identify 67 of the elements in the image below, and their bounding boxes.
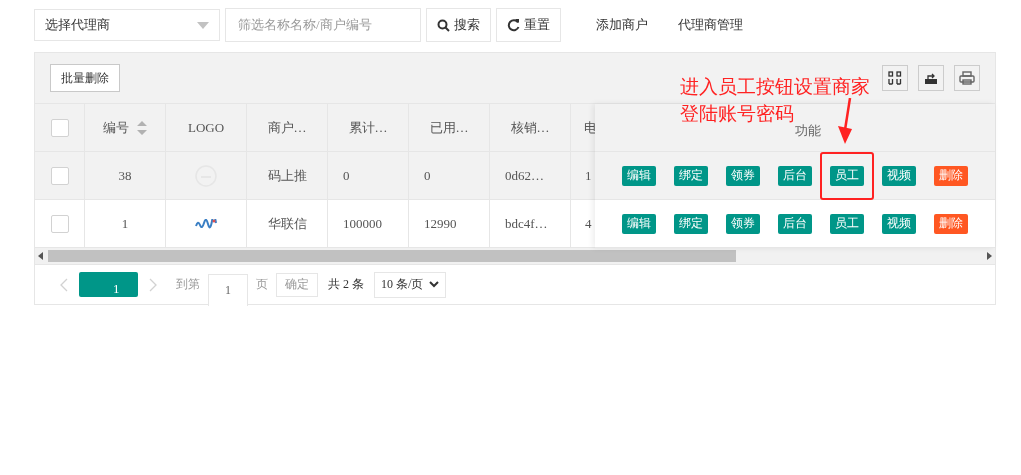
horizontal-scrollbar[interactable] [35,248,995,265]
print-icon[interactable] [954,65,980,91]
search-button[interactable]: 搜索 [426,8,491,42]
table-cell: 0d62… [505,167,544,184]
table-cell: 38 [118,167,132,184]
column-header: 电 [584,118,596,137]
table-cell: 1 [585,167,592,184]
scroll-left-icon[interactable] [38,252,44,260]
table-cell: 1 [121,215,129,232]
columns-icon[interactable] [882,65,908,91]
select-all-checkbox[interactable] [50,118,69,137]
action-button[interactable]: 后台 [778,213,812,234]
action-button[interactable]: 领券 [726,165,760,186]
total-count: 共 2 条 [328,276,364,293]
delete-button[interactable]: 删除 [934,213,968,234]
confirm-button[interactable]: 确定 [276,272,318,297]
action-button[interactable]: 视频 [882,165,916,186]
scroll-right-icon[interactable] [986,252,992,260]
column-header: 累计… [348,118,388,137]
table-cell: 0 [343,167,350,184]
page-number-field[interactable]: 1 [208,273,248,306]
page-size-select[interactable]: 10 条/页 [374,271,447,298]
sort-icon[interactable] [137,120,147,135]
page-button[interactable]: 1 [79,272,138,297]
next-page-icon[interactable] [148,277,158,292]
column-header: 核销… [510,118,550,137]
row-checkbox[interactable] [50,214,69,233]
export-icon[interactable] [918,65,944,91]
search-field[interactable]: 筛选名称名称/商户编号 [225,8,421,42]
reset-button[interactable]: 重置 [496,8,561,42]
refresh-icon [507,18,520,32]
column-header: LOGO [187,119,225,136]
arrow-icon [835,98,855,144]
column-header: 商户… [267,118,307,137]
agent-select[interactable]: 选择代理商 [34,9,220,41]
table-cell: 0 [424,167,431,184]
action-button[interactable]: 视频 [882,213,916,234]
action-button[interactable]: 编辑 [622,213,656,234]
table-cell: 华联信 [267,214,307,233]
table-cell: 码上推 [267,166,307,185]
column-header: 功能 [795,121,821,140]
column-header: 编号 [103,118,129,137]
nav-link[interactable]: 添加商户 [596,16,648,34]
action-button[interactable]: 员工 [830,165,864,186]
delete-button[interactable]: 删除 [934,165,968,186]
annotation-text: 登陆账号密码 [680,102,794,126]
nav-link[interactable]: 代理商管理 [678,16,743,34]
column-header: 已用… [429,118,469,137]
row-checkbox[interactable] [50,166,69,185]
search-icon [437,18,450,32]
batch-delete-button[interactable]: 批量删除 [50,64,120,92]
action-button[interactable]: 员工 [830,213,864,234]
action-button[interactable]: 后台 [778,165,812,186]
table-cell: 4 [585,215,592,232]
previous-page-icon[interactable] [59,277,69,292]
table-cell: 12990 [424,215,457,232]
chevron-down-icon [429,281,440,288]
action-button[interactable]: 编辑 [622,165,656,186]
page-unit-label: 页 [256,276,268,293]
action-button[interactable]: 领券 [726,213,760,234]
annotation-text: 进入员工按钮设置商家 [680,75,870,99]
action-button[interactable]: 绑定 [674,213,708,234]
table-cell: bdc4f… [505,215,548,232]
goto-label: 到第 [176,276,200,293]
table-cell: 100000 [343,215,382,232]
dropdown-caret-icon [197,21,209,29]
action-button[interactable]: 绑定 [674,165,708,186]
